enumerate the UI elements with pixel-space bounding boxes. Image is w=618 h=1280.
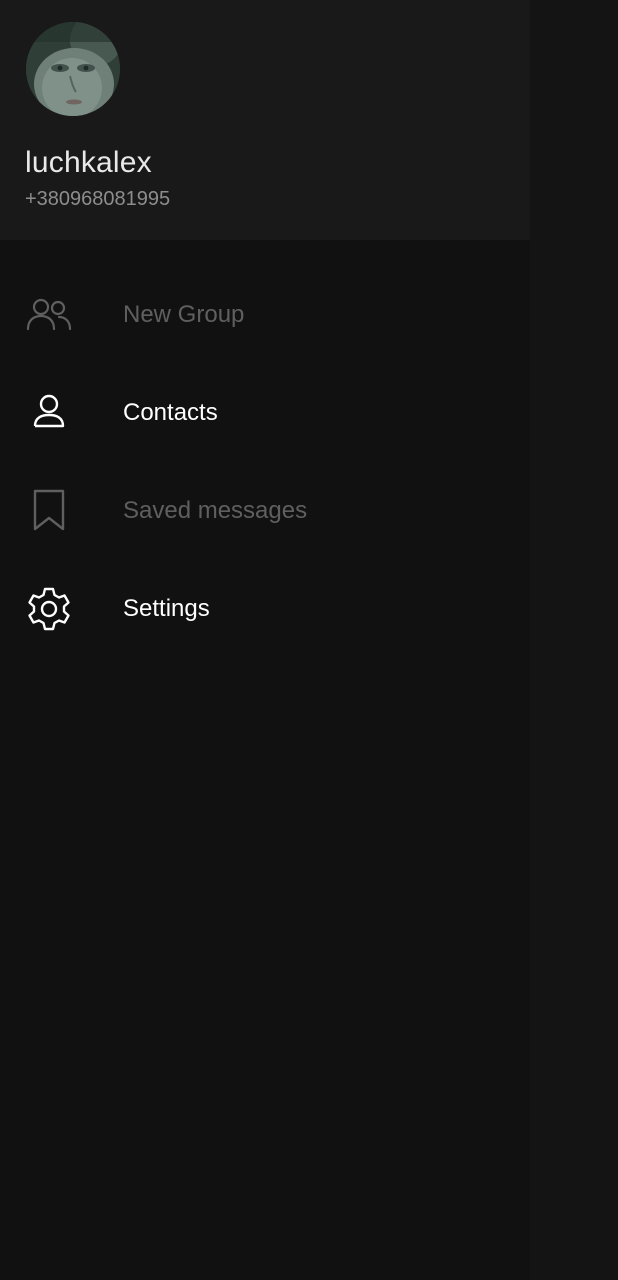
menu-item-new-group[interactable]: New Group — [0, 266, 530, 364]
menu-item-label: Saved messages — [123, 497, 308, 524]
gear-icon — [25, 587, 73, 631]
menu-item-label: New Group — [123, 301, 245, 328]
navigation-drawer: luchkalex +380968081995 New Group Contac… — [0, 0, 530, 1280]
menu-item-contacts[interactable]: Contacts — [0, 364, 530, 462]
person-icon — [25, 391, 73, 435]
app-screen: luchkalex +380968081995 New Group Contac… — [0, 0, 618, 1280]
group-icon — [25, 293, 73, 337]
menu-item-label: Contacts — [123, 399, 218, 426]
menu-item-settings[interactable]: Settings — [0, 560, 530, 658]
menu-item-saved-messages[interactable]: Saved messages — [0, 462, 530, 560]
profile-header: luchkalex +380968081995 — [0, 0, 530, 240]
avatar-image — [26, 22, 120, 116]
bookmark-icon — [25, 489, 73, 533]
drawer-scrim[interactable] — [530, 0, 618, 1280]
profile-username: luchkalex — [25, 146, 152, 179]
avatar[interactable] — [26, 22, 120, 116]
menu-item-label: Settings — [123, 595, 210, 622]
drawer-menu: New Group Contacts Saved messages Settin… — [0, 266, 530, 658]
profile-phone: +380968081995 — [25, 188, 171, 210]
